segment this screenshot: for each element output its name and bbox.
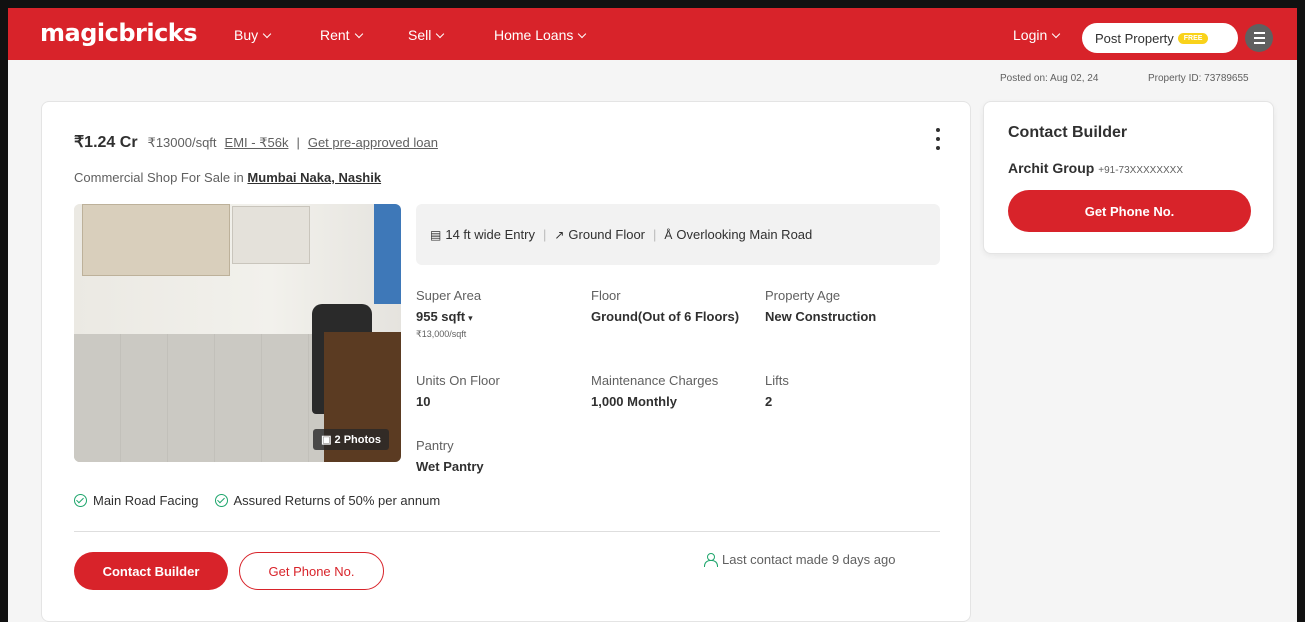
spec-pantry: Pantry Wet Pantry (416, 438, 576, 476)
contact-builder-card: Contact Builder Archit Group +91-73XXXXX… (983, 101, 1274, 254)
top-navbar: magicbricks Buy Rent Sell Home Loans Log… (8, 8, 1297, 60)
spec-super-area: Super Area 955 sqft ▾ ₹13,000/sqft (416, 288, 576, 340)
nav-home-loans[interactable]: Home Loans (494, 27, 587, 43)
nav-buy[interactable]: Buy (234, 27, 272, 43)
chevron-down-icon (1052, 29, 1061, 39)
more-options-icon[interactable] (935, 128, 941, 150)
check-circle-icon (214, 494, 228, 507)
feature-separator: | (653, 227, 657, 242)
feature-entry: 14 ft wide Entry (445, 227, 535, 242)
road-icon: Å (664, 227, 673, 242)
gallery-icon: ▣ (321, 434, 332, 446)
nav-home-loans-label: Home Loans (494, 27, 574, 43)
feature-highlights: ▤ 14 ft wide Entry | ↗ Ground Floor | Å … (416, 204, 940, 265)
contact-builder-title: Contact Builder (1008, 124, 1128, 141)
spec-label: Units On Floor (416, 373, 500, 388)
property-price: ₹1.24 Cr (74, 134, 138, 151)
photos-count-badge[interactable]: ▣ 2 Photos (313, 429, 389, 450)
feature-separator: | (542, 227, 547, 242)
property-title-prefix: Commercial Shop For Sale in (74, 170, 244, 185)
entry-icon: ▤ (430, 227, 442, 242)
caret-down-icon[interactable]: ▾ (468, 313, 473, 323)
preapproved-loan-link[interactable]: Get pre-approved loan (308, 135, 438, 150)
photos-count-label: 2 Photos (334, 434, 381, 446)
spec-property-age: Property Age New Construction (765, 288, 940, 326)
price-per-sqft: ₹13000/sqft (147, 135, 217, 150)
spec-label: Lifts (765, 373, 789, 388)
spec-label: Floor (591, 288, 621, 303)
post-property-button[interactable]: Post Property FREE (1082, 23, 1238, 53)
chevron-down-icon (578, 29, 587, 39)
property-id: Property ID: 73789655 (1148, 73, 1249, 84)
sidebar-get-phone-button[interactable]: Get Phone No. (1008, 190, 1251, 232)
property-listing-card: ₹1.24 Cr ₹13000/sqft EMI - ₹56k | Get pr… (41, 101, 971, 622)
magicbricks-logo[interactable]: magicbricks (40, 19, 198, 47)
spec-value: 2 (765, 394, 773, 409)
location-link[interactable]: Mumbai Naka, Nashik (247, 170, 381, 185)
login-menu[interactable]: Login (1013, 27, 1061, 43)
spec-label: Pantry (416, 438, 454, 453)
super-area-value: 955 sqft (416, 309, 466, 324)
last-contact-text: Last contact made 9 days ago (722, 552, 896, 567)
builder-name: Archit Group (1008, 160, 1095, 176)
price-row: ₹1.24 Cr ₹13000/sqft EMI - ₹56k | Get pr… (74, 132, 438, 152)
spec-sub: ₹13,000/sqft (416, 329, 467, 339)
spec-floor: Floor Ground(Out of 6 Floors) (591, 288, 751, 326)
tag-label: Assured Returns of 50% per annum (233, 493, 441, 508)
photo-blue-panel (374, 204, 401, 304)
free-badge: FREE (1177, 32, 1209, 44)
nav-rent[interactable]: Rent (320, 27, 363, 43)
posted-on-date: Posted on: Aug 02, 24 (1000, 73, 1099, 84)
card-divider (74, 531, 940, 532)
stairs-icon: ↗ (554, 227, 565, 242)
spec-lifts: Lifts 2 (765, 373, 925, 411)
feature-road: Overlooking Main Road (676, 227, 813, 242)
spec-units-on-floor: Units On Floor 10 (416, 373, 576, 411)
emi-link[interactable]: EMI - ₹56k (225, 135, 289, 151)
contact-builder-button[interactable]: Contact Builder (74, 552, 228, 590)
spec-value: 10 (416, 394, 431, 409)
post-property-label: Post Property (1095, 30, 1174, 46)
login-label: Login (1013, 27, 1048, 43)
tag-label: Main Road Facing (93, 493, 199, 508)
spec-label: Super Area (416, 288, 482, 303)
spec-value: New Construction (765, 309, 877, 324)
chevron-down-icon (262, 29, 272, 39)
person-icon (704, 553, 718, 567)
builder-info: Archit Group +91-73XXXXXXXX (1008, 160, 1183, 176)
property-title: Commercial Shop For Sale in Mumbai Naka,… (74, 170, 381, 185)
feature-floor: Ground Floor (568, 227, 645, 242)
spec-value: 1,000 Monthly (591, 394, 677, 409)
chevron-down-icon (436, 29, 445, 39)
chevron-down-icon (354, 29, 363, 39)
hamburger-menu-icon[interactable] (1245, 24, 1273, 52)
tag-assured-returns: Assured Returns of 50% per annum (214, 493, 441, 508)
spec-label: Maintenance Charges (591, 373, 719, 388)
nav-sell-label: Sell (408, 27, 432, 43)
property-photo[interactable]: ▣ 2 Photos (74, 204, 401, 462)
last-contact-info: Last contact made 9 days ago (704, 552, 895, 567)
check-circle-icon (74, 494, 87, 507)
spec-maintenance: Maintenance Charges 1,000 Monthly (591, 373, 756, 411)
nav-buy-label: Buy (234, 27, 259, 43)
spec-value: Ground(Out of 6 Floors) (591, 309, 740, 324)
builder-phone: +91-73XXXXXXXX (1098, 165, 1184, 176)
spec-value: Wet Pantry (416, 459, 484, 474)
nav-rent-label: Rent (320, 27, 350, 43)
photo-board-2 (232, 206, 310, 264)
separator: | (296, 135, 300, 150)
get-phone-button[interactable]: Get Phone No. (239, 552, 384, 590)
spec-value: 955 sqft ▾ (416, 308, 576, 327)
nav-sell[interactable]: Sell (408, 27, 445, 43)
spec-label: Property Age (765, 288, 841, 303)
tag-main-road-facing: Main Road Facing (74, 493, 199, 508)
photo-board (82, 204, 230, 276)
property-tags: Main Road Facing Assured Returns of 50% … (74, 493, 456, 508)
